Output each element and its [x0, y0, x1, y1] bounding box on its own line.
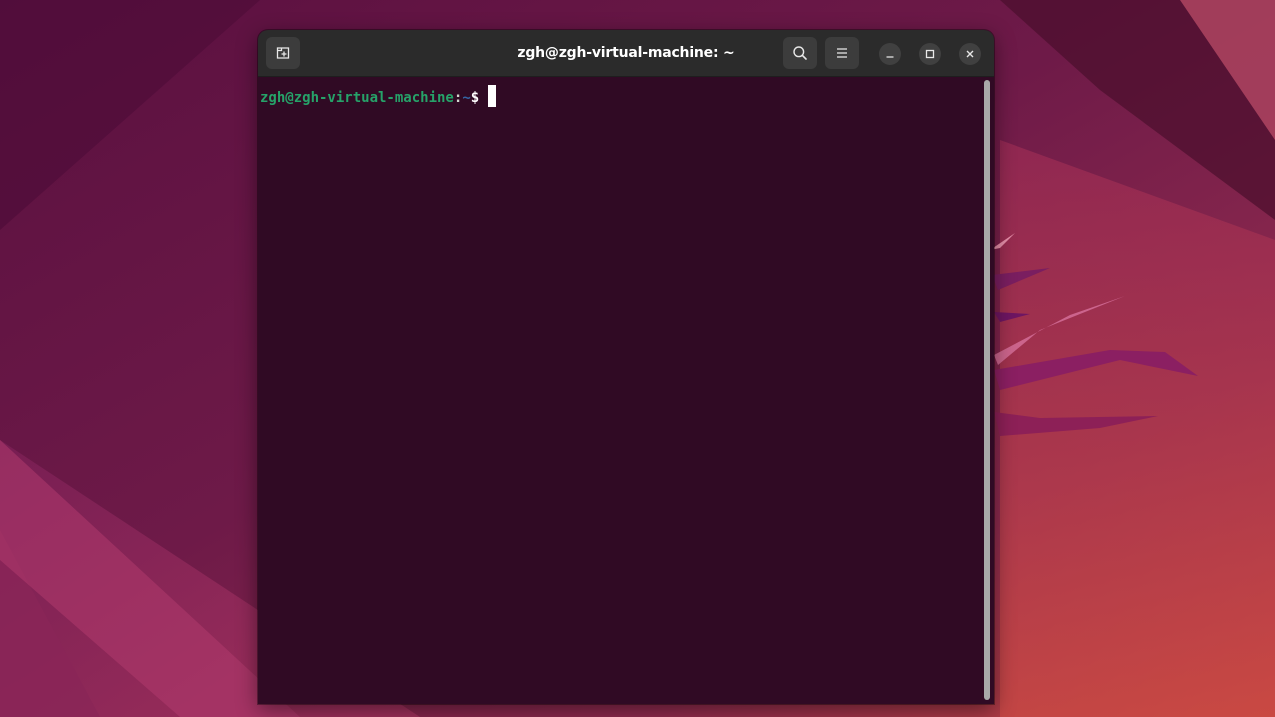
close-button[interactable]: [959, 43, 981, 65]
close-icon: [964, 48, 976, 60]
hamburger-menu-icon: [834, 45, 850, 61]
new-tab-icon: [275, 45, 291, 61]
maximize-button[interactable]: [919, 43, 941, 65]
terminal-area[interactable]: zgh@zgh-virtual-machine:~$: [258, 77, 982, 704]
prompt-line: zgh@zgh-virtual-machine:~$: [260, 85, 497, 107]
prompt-user-host: zgh@zgh-virtual-machine: [260, 90, 454, 106]
scrollbar[interactable]: [984, 80, 990, 700]
minimize-icon: [884, 48, 896, 60]
titlebar[interactable]: zgh@zgh-virtual-machine: ~: [258, 30, 994, 77]
search-button[interactable]: [783, 37, 817, 69]
search-icon: [792, 45, 808, 61]
prompt-symbol: $: [470, 90, 480, 106]
menu-button[interactable]: [825, 37, 859, 69]
terminal-window[interactable]: zgh@zgh-virtual-machine: ~ zgh@zgh-virtu…: [258, 30, 994, 704]
minimize-button[interactable]: [879, 43, 901, 65]
text-cursor: [488, 85, 497, 107]
window-title: zgh@zgh-virtual-machine: ~: [517, 45, 735, 61]
maximize-icon: [924, 48, 936, 60]
prompt-path: ~: [462, 90, 471, 106]
new-tab-button[interactable]: [266, 37, 300, 69]
